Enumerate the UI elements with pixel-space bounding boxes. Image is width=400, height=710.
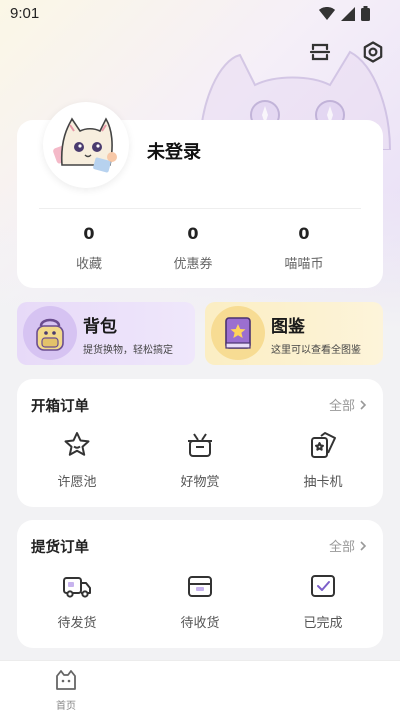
order-item-pending-shipment[interactable]: 待发货	[32, 570, 122, 631]
status-bar: 9:01	[0, 0, 400, 28]
backpack-icon-wrap	[23, 306, 77, 360]
stat-label: 收藏	[75, 257, 102, 272]
catalog-title: 图鉴	[271, 317, 305, 337]
package-icon	[188, 576, 212, 597]
catalog-subtitle: 这里可以查看全图鉴	[271, 345, 361, 356]
avatar[interactable]	[43, 102, 129, 188]
all-label: 全部	[328, 540, 355, 555]
catalog-entry[interactable]: 图鉴 这里可以查看全图鉴	[205, 302, 383, 365]
stat-favorites[interactable]: 0 收藏	[44, 224, 134, 272]
tab-home[interactable]: 首页	[46, 669, 86, 710]
scan-icon	[309, 43, 331, 61]
battery-icon	[361, 6, 370, 21]
order-item-goods-reward[interactable]: 好物赏	[155, 429, 245, 490]
backpack-subtitle: 提货换物，轻松搞定	[83, 345, 173, 356]
unbox-orders-title: 开箱订单	[31, 399, 89, 415]
home-cat-icon	[56, 670, 76, 690]
stat-value: 0	[298, 224, 310, 243]
all-label: 全部	[328, 399, 355, 414]
stat-coins[interactable]: 0 喵喵币	[259, 224, 349, 272]
stat-label: 喵喵币	[284, 257, 324, 272]
order-item-label: 已完成	[303, 616, 343, 631]
status-icons	[319, 6, 370, 21]
order-item-pending-receipt[interactable]: 待收货	[155, 570, 245, 631]
bottom-tabbar: 首页	[0, 660, 400, 710]
divider	[39, 208, 361, 209]
pickup-orders-title: 提货订单	[31, 540, 89, 556]
pickup-orders-card: 提货订单 全部 待发货 待收货 已完成	[17, 520, 383, 648]
pickup-orders-all-link[interactable]: 全部	[329, 536, 367, 555]
username[interactable]: 未登录	[147, 138, 201, 164]
order-item-label: 好物赏	[180, 475, 220, 490]
unbox-orders-card: 开箱订单 全部 许愿池 好物赏 抽卡机	[17, 379, 383, 507]
gift-box-icon	[188, 433, 212, 457]
signal-icon	[341, 6, 355, 21]
status-time: 9:01	[10, 5, 40, 22]
unbox-orders-all-link[interactable]: 全部	[329, 395, 367, 414]
card-icon	[311, 432, 336, 458]
order-item-card-machine[interactable]: 抽卡机	[278, 429, 368, 490]
stat-coupons[interactable]: 0 优惠券	[148, 224, 238, 272]
star-icon	[64, 432, 90, 456]
order-item-label: 许愿池	[57, 475, 97, 490]
settings-button[interactable]	[359, 38, 387, 66]
scan-button[interactable]	[306, 38, 334, 66]
backpack-icon	[36, 318, 64, 351]
tab-home-label: 首页	[56, 701, 76, 710]
stat-value: 0	[187, 224, 199, 243]
order-item-label: 待发货	[57, 616, 97, 631]
check-icon	[311, 575, 335, 597]
stat-value: 0	[83, 224, 95, 243]
order-item-label: 抽卡机	[303, 475, 343, 490]
profile-card: 未登录 0 收藏 0 优惠券 0 喵喵币	[17, 102, 383, 288]
order-item-label: 待收货	[180, 616, 220, 631]
stat-label: 优惠券	[173, 257, 213, 272]
backpack-title: 背包	[83, 317, 117, 337]
backpack-entry[interactable]: 背包 提货换物，轻松搞定	[17, 302, 195, 365]
wifi-icon	[319, 6, 335, 20]
settings-icon	[363, 41, 383, 63]
chevron-right-icon	[360, 540, 367, 551]
order-item-wish-pool[interactable]: 许愿池	[32, 429, 122, 490]
chevron-right-icon	[360, 399, 367, 410]
order-item-completed[interactable]: 已完成	[278, 570, 368, 631]
cat-avatar-icon	[53, 117, 117, 173]
truck-icon	[63, 577, 91, 598]
book-icon	[225, 317, 251, 349]
catalog-icon-wrap	[211, 306, 265, 360]
